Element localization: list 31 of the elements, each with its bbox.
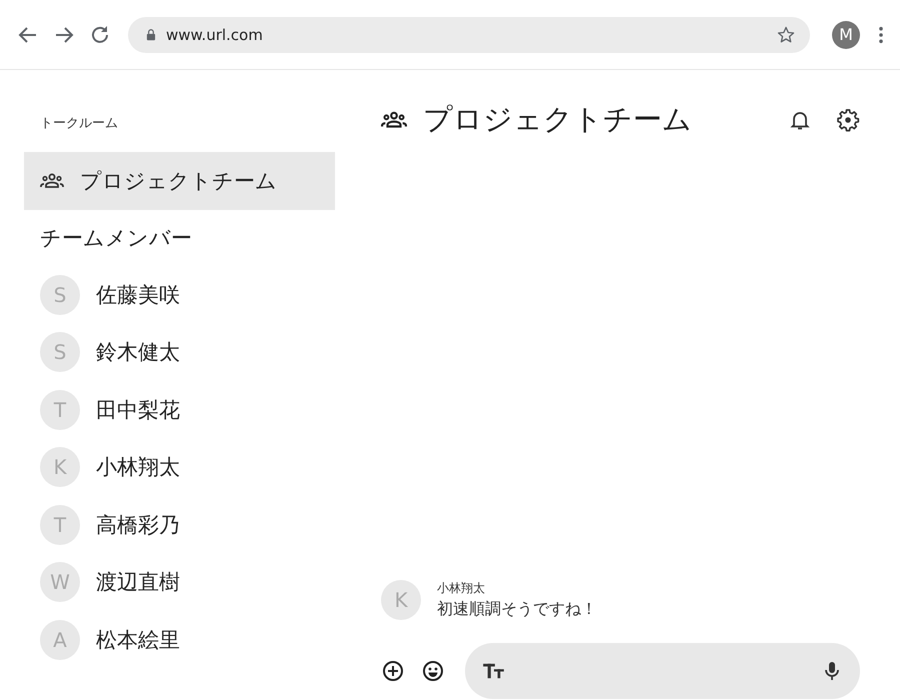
member-avatar: T xyxy=(40,390,80,430)
profile-avatar[interactable]: M xyxy=(832,20,860,48)
member-name[interactable]: 渡辺直樹 xyxy=(96,568,180,596)
url-text: www.url.com xyxy=(166,26,264,44)
member-avatar: T xyxy=(40,504,80,545)
room-item[interactable]: プロジェクトチーム xyxy=(24,152,335,210)
sender-name: 小林翔太 xyxy=(437,580,486,597)
chat-title: プロジェクトチーム xyxy=(423,101,692,138)
add-icon[interactable] xyxy=(381,659,405,683)
member-avatar: K xyxy=(40,447,80,488)
text-format-icon[interactable] xyxy=(483,662,505,680)
message-text: 初速順調そうですね！ xyxy=(437,599,597,620)
member-name[interactable]: 高橋彩乃 xyxy=(96,510,180,539)
more-icon[interactable] xyxy=(878,26,884,44)
member-name[interactable]: 小林翔太 xyxy=(96,453,180,482)
member-avatar: S xyxy=(40,274,80,315)
address-bar[interactable]: www.url.com xyxy=(128,16,810,52)
member-name[interactable]: 田中梨花 xyxy=(96,396,180,424)
member-avatar: S xyxy=(40,332,80,372)
member-name[interactable]: 佐藤美咲 xyxy=(96,280,180,309)
sender-avatar: K xyxy=(381,580,421,620)
emoji-icon[interactable] xyxy=(421,659,445,683)
members-title: チームメンバー xyxy=(39,225,193,252)
member-avatar: A xyxy=(40,620,80,660)
settings-icon[interactable] xyxy=(836,108,860,132)
lock-icon xyxy=(144,28,158,42)
member-name[interactable]: 鈴木健太 xyxy=(96,338,180,366)
section-title: トークルーム xyxy=(39,115,119,132)
star-icon[interactable] xyxy=(776,24,796,44)
member-avatar: W xyxy=(40,562,80,602)
member-name[interactable]: 松本絵里 xyxy=(96,626,180,654)
